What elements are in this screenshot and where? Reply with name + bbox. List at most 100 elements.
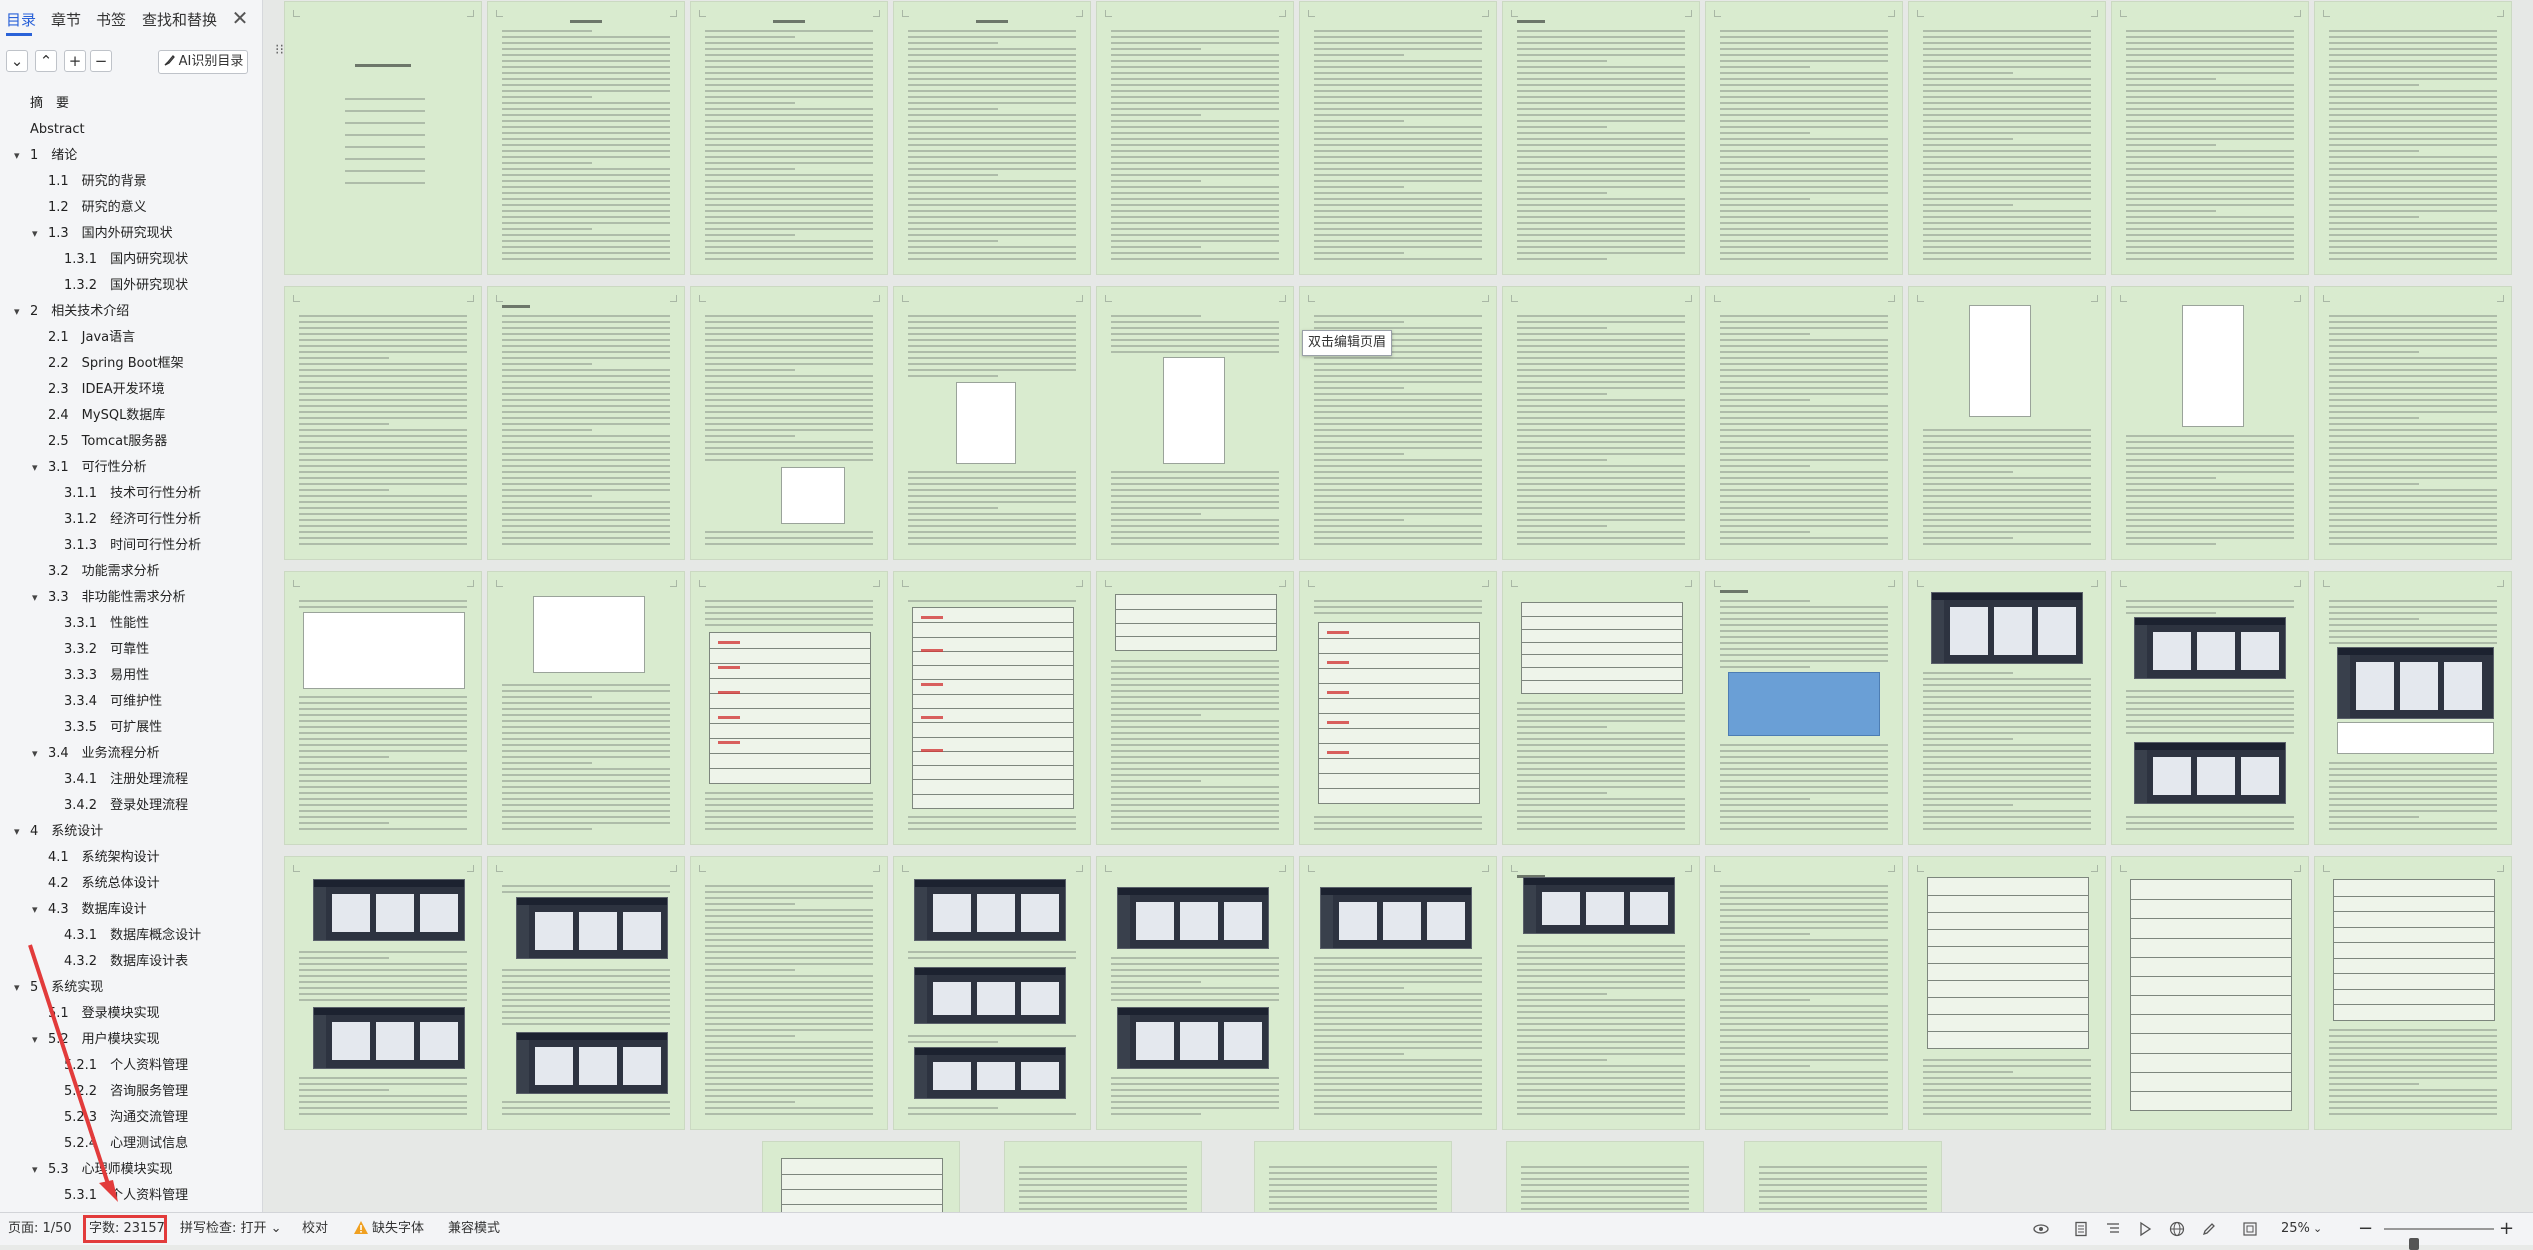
toc-item[interactable]: 3.3.1 性能性 (64, 612, 149, 636)
page-thumbnail[interactable] (1300, 2, 1496, 274)
page-thumbnail[interactable] (1909, 857, 2105, 1129)
toc-item[interactable]: 3.3 非功能性需求分析 (48, 586, 186, 610)
chevron-down-icon[interactable]: ▾ (14, 144, 26, 168)
toc-item[interactable]: 1.2 研究的意义 (48, 196, 147, 220)
chevron-down-icon[interactable]: ▾ (32, 898, 44, 922)
toc-item[interactable]: 5.2.1 个人资料管理 (64, 1054, 188, 1078)
tab-bookmarks[interactable]: 书签 (96, 9, 126, 30)
proofread-button[interactable]: 校对 (302, 1213, 328, 1245)
page-thumbnail[interactable] (1909, 287, 2105, 559)
pen-icon[interactable] (2201, 1221, 2217, 1237)
toc-item[interactable]: 5 系统实现 (30, 976, 103, 1000)
toc-item[interactable]: 5.3.1 个人资料管理 (64, 1184, 188, 1208)
toc-item[interactable]: 4 系统设计 (30, 820, 103, 844)
page-thumbnail[interactable] (1097, 2, 1293, 274)
toc-item[interactable]: 5.2 用户模块实现 (48, 1028, 160, 1052)
tab-find-replace[interactable]: 查找和替换 (142, 9, 217, 30)
toc-item[interactable]: 5.1 登录模块实现 (48, 1002, 160, 1026)
toc-item[interactable]: 5.2.2 咨询服务管理 (64, 1080, 188, 1104)
page-thumbnail[interactable] (691, 2, 887, 274)
page-thumbnail[interactable] (1005, 1142, 1201, 1212)
toc-item[interactable]: 3.4.2 登录处理流程 (64, 794, 188, 818)
globe-icon[interactable] (2169, 1221, 2185, 1237)
toc-item[interactable]: 1.3.1 国内研究现状 (64, 248, 188, 272)
toc-item[interactable]: 3.3.4 可维护性 (64, 690, 162, 714)
close-icon[interactable]: ✕ (230, 8, 250, 28)
toc-item[interactable]: 2.4 MySQL数据库 (48, 404, 165, 428)
add-heading-button[interactable]: + (64, 50, 86, 72)
page-thumbnail[interactable] (894, 857, 1090, 1129)
toc-item[interactable]: 2 相关技术介绍 (30, 300, 129, 324)
page-thumbnail[interactable] (1706, 857, 1902, 1129)
remove-heading-button[interactable]: − (90, 50, 112, 72)
toc-item[interactable]: 3.4 业务流程分析 (48, 742, 160, 766)
page-thumbnail[interactable] (1745, 1142, 1941, 1212)
chevron-down-icon[interactable]: ▾ (32, 586, 44, 610)
toc-item[interactable]: 3.1.3 时间可行性分析 (64, 534, 201, 558)
zoom-dropdown-icon[interactable]: ⌄ (2313, 1213, 2322, 1245)
zoom-level[interactable]: 25% (2281, 1213, 2310, 1245)
page-thumbnail[interactable] (1909, 572, 2105, 844)
toc-item[interactable]: 1.3.2 国外研究现状 (64, 274, 188, 298)
expand-all-button[interactable]: ⌃ (35, 50, 57, 72)
chevron-down-icon[interactable]: ▾ (14, 976, 26, 1000)
page-thumbnail[interactable] (894, 572, 1090, 844)
page-thumbnail[interactable] (691, 857, 887, 1129)
tab-toc[interactable]: 目录 (6, 9, 36, 30)
toc-item[interactable]: 3.3.3 易用性 (64, 664, 149, 688)
word-count[interactable]: 字数: 23157 (89, 1213, 165, 1245)
toc-item[interactable]: Abstract (30, 118, 85, 142)
page-thumbnail[interactable] (488, 857, 684, 1129)
page-thumbnail[interactable] (2315, 857, 2511, 1129)
page-thumbnail[interactable] (488, 2, 684, 274)
page-view-icon[interactable] (2073, 1221, 2089, 1237)
zoom-in-button[interactable]: + (2499, 1213, 2514, 1245)
collapse-all-button[interactable]: ⌄ (6, 50, 28, 72)
eye-icon[interactable] (2033, 1221, 2049, 1237)
zoom-slider-handle[interactable] (2409, 1238, 2419, 1250)
toc-item[interactable]: 4.1 系统架构设计 (48, 846, 160, 870)
toc-item[interactable]: 5.3 心理师模块实现 (48, 1158, 173, 1182)
chevron-down-icon[interactable]: ▾ (32, 1028, 44, 1052)
page-thumbnail[interactable] (2112, 2, 2308, 274)
page-thumbnail[interactable] (691, 572, 887, 844)
zoom-slider[interactable] (2384, 1228, 2494, 1250)
outline-icon[interactable] (2105, 1221, 2121, 1237)
page-thumbnail[interactable] (1300, 857, 1496, 1129)
tab-chapters[interactable]: 章节 (51, 9, 81, 30)
toc-item[interactable]: 4.2 系统总体设计 (48, 872, 160, 896)
toc-item[interactable]: 4.3.1 数据库概念设计 (64, 924, 201, 948)
page-thumbnail[interactable] (488, 572, 684, 844)
page-thumbnail[interactable] (1503, 287, 1699, 559)
page-thumbnail[interactable] (285, 2, 481, 274)
page-thumbnail[interactable] (894, 287, 1090, 559)
page-thumbnail[interactable] (488, 287, 684, 559)
page-thumbnail[interactable] (2315, 2, 2511, 274)
toc-item[interactable]: 1.3 国内外研究现状 (48, 222, 173, 246)
toc-item[interactable]: 1 绪论 (30, 144, 77, 168)
chevron-down-icon[interactable]: ▾ (32, 222, 44, 246)
page-thumbnail[interactable] (691, 287, 887, 559)
ai-toc-button[interactable]: AI识别目录 (158, 50, 248, 74)
toc-item[interactable]: 4.3 数据库设计 (48, 898, 147, 922)
toc-item[interactable]: 5.2.3 沟通交流管理 (64, 1106, 188, 1130)
chevron-down-icon[interactable]: ▾ (32, 1158, 44, 1182)
toc-item[interactable]: 3.3.5 可扩展性 (64, 716, 162, 740)
page-thumbnail[interactable] (2112, 857, 2308, 1129)
fit-page-icon[interactable] (2242, 1221, 2258, 1237)
page-thumbnail[interactable] (1300, 572, 1496, 844)
page-thumbnail[interactable] (285, 572, 481, 844)
page-thumbnail[interactable] (763, 1142, 959, 1212)
toc-item[interactable]: 摘 要 (30, 92, 69, 116)
page-thumbnail[interactable] (1097, 287, 1293, 559)
toc-item[interactable]: 4.3.2 数据库设计表 (64, 950, 188, 974)
toc-item[interactable]: 3.2 功能需求分析 (48, 560, 160, 584)
page-thumbnail[interactable] (1706, 572, 1902, 844)
page-thumbnail[interactable] (2112, 287, 2308, 559)
zoom-out-button[interactable]: − (2358, 1213, 2373, 1245)
toc-item[interactable]: 3.1.2 经济可行性分析 (64, 508, 201, 532)
toc-item[interactable]: 2.5 Tomcat服务器 (48, 430, 167, 454)
play-icon[interactable] (2137, 1221, 2153, 1237)
toc-item[interactable]: 3.3.2 可靠性 (64, 638, 149, 662)
page-thumbnail[interactable] (285, 857, 481, 1129)
